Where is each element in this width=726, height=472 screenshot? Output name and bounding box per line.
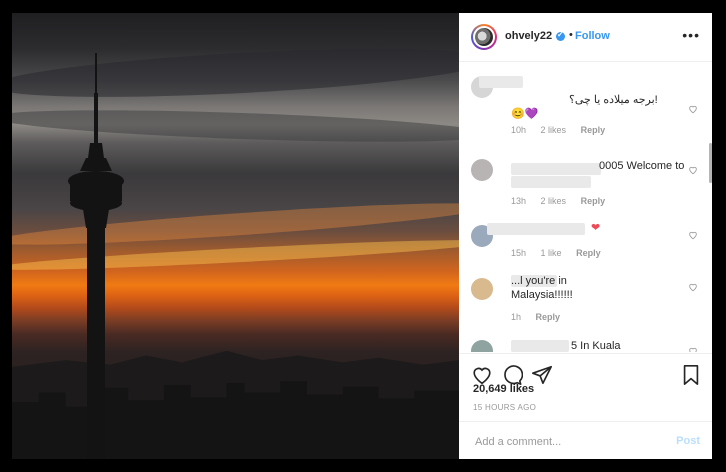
avatar-image	[475, 28, 493, 46]
comment-text: 5 In Kuala Lumpur!!!!!!!	[571, 340, 621, 352]
comment-time: 10h	[511, 125, 527, 135]
verified-badge-icon	[556, 30, 565, 41]
like-comment-heart-icon[interactable]	[688, 346, 698, 352]
commenter-avatar[interactable]	[471, 340, 493, 352]
tower-silhouette	[68, 53, 124, 459]
post-photo[interactable]	[12, 13, 459, 459]
post-timestamp[interactable]: 15 HOURS AGO	[473, 403, 536, 412]
post-side-panel: ohvely22 • Follow ••• !برجه میلاده یا چی…	[459, 13, 712, 459]
add-comment-bar: Post	[459, 421, 712, 459]
more-options-icon[interactable]: •••	[682, 27, 700, 43]
reply-button[interactable]: Reply	[536, 312, 561, 322]
comment-likes[interactable]: 2 likes	[541, 196, 567, 206]
comment-item: 0005 Welcome to 13h 2 likes Reply	[459, 154, 712, 209]
comment-time: 15h	[511, 248, 527, 258]
comment-meta: 15h 1 like Reply	[511, 248, 613, 258]
comment-item: !برجه میلاده یا چی؟ 😊💜 10h 2 likes Reply	[459, 68, 712, 135]
comment-meta: 13h 2 likes Reply	[511, 196, 617, 206]
post-comment-button[interactable]: Post	[676, 435, 700, 447]
comment-likes[interactable]: 2 likes	[541, 125, 567, 135]
comment-item: ❤ 15h 1 like Reply	[459, 220, 712, 265]
post-modal: ohvely22 • Follow ••• !برجه میلاده یا چی…	[12, 13, 712, 459]
reply-button[interactable]: Reply	[576, 248, 601, 258]
comment-text: ...l you're in Malaysia!!!!!!	[511, 275, 573, 301]
comment-emoji: ❤	[591, 222, 601, 234]
share-send-icon[interactable]	[531, 364, 553, 386]
blurred-text	[511, 176, 591, 188]
comment-text: !برجه میلاده یا چی؟	[569, 94, 658, 106]
comment-item: 5 In Kuala Lumpur!!!!!!!	[459, 332, 712, 352]
comments-list: !برجه میلاده یا چی؟ 😊💜 10h 2 likes Reply…	[459, 62, 712, 352]
comment-time: 13h	[511, 196, 527, 206]
blurred-username	[487, 223, 585, 235]
comment-meta: 10h 2 likes Reply	[511, 125, 617, 135]
comments-scrollbar[interactable]	[709, 63, 712, 351]
commenter-avatar[interactable]	[471, 159, 493, 181]
likes-count[interactable]: 20,649 likes	[473, 383, 534, 395]
like-comment-heart-icon[interactable]	[688, 104, 698, 114]
follow-button[interactable]: Follow	[575, 30, 610, 42]
commenter-avatar[interactable]	[471, 278, 493, 300]
comment-text: 0005 Welcome to	[599, 160, 685, 172]
blurred-username	[479, 76, 523, 88]
like-comment-heart-icon[interactable]	[688, 230, 698, 240]
post-header: ohvely22 • Follow •••	[459, 13, 712, 62]
reply-button[interactable]: Reply	[581, 125, 606, 135]
separator-dot: •	[569, 29, 573, 41]
avatar[interactable]	[471, 24, 497, 50]
reply-button[interactable]: Reply	[581, 196, 606, 206]
comment-emoji: 😊💜	[511, 108, 539, 120]
blurred-username	[511, 340, 569, 352]
username-link[interactable]: ohvely22	[505, 30, 552, 42]
comment-likes[interactable]: 1 like	[541, 248, 562, 258]
comment-time: 1h	[511, 312, 522, 322]
scrollbar-thumb[interactable]	[709, 143, 712, 183]
like-comment-heart-icon[interactable]	[688, 282, 698, 292]
like-comment-heart-icon[interactable]	[688, 165, 698, 175]
comment-item: ...l you're in Malaysia!!!!!! 1h Reply	[459, 270, 712, 325]
bookmark-icon[interactable]	[680, 364, 702, 386]
comment-input[interactable]	[473, 433, 657, 451]
comment-meta: 1h Reply	[511, 312, 572, 322]
blurred-username	[511, 163, 601, 175]
